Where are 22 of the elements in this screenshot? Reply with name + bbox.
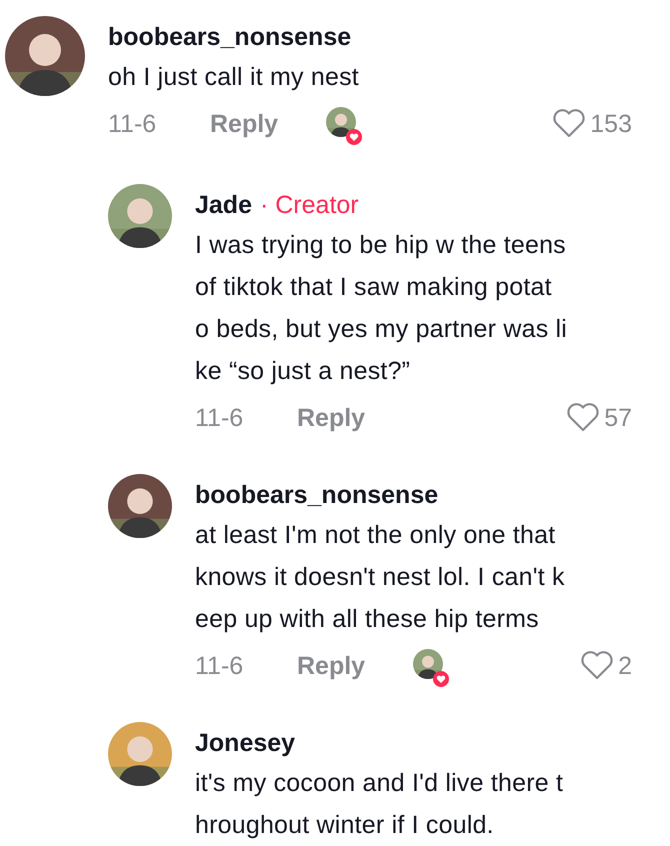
comment-text: at least I'm not the only one that knows it doesn't nest lol. I can't k eep up with all these hip terms bbox=[195, 520, 566, 635]
heart-badge-icon bbox=[433, 671, 450, 687]
comment-text: oh I just call it my nest bbox=[108, 62, 360, 93]
comment-date: 11-6 bbox=[195, 652, 244, 680]
like-icon[interactable] bbox=[580, 651, 614, 681]
username[interactable]: boobears_nonsense bbox=[108, 18, 352, 56]
like-icon[interactable] bbox=[566, 403, 600, 433]
like-icon[interactable] bbox=[552, 109, 586, 139]
username[interactable]: boobears_nonsense bbox=[195, 476, 438, 514]
like-count: 57 bbox=[604, 404, 632, 432]
username[interactable]: Jonesey bbox=[195, 724, 296, 762]
comment-date: 11-6 bbox=[195, 404, 244, 432]
creator-avatar-icon[interactable] bbox=[413, 649, 444, 679]
creator-label: · Creator bbox=[260, 190, 359, 221]
username[interactable]: Jade bbox=[195, 186, 252, 224]
comment-date: 11-6 bbox=[108, 110, 158, 138]
comment-text: it's my cocoon and I'd live there t hroughout winter if I could. bbox=[195, 768, 564, 841]
like-count: 153 bbox=[590, 110, 632, 138]
creator-avatar-icon[interactable] bbox=[326, 107, 356, 137]
like-count: 2 bbox=[618, 652, 632, 680]
comment-text: I was trying to be hip w the teens of tiktok that I saw making potat o beds, but yes my partner was li ke “so just a nest?” bbox=[195, 230, 568, 387]
heart-badge-icon bbox=[346, 129, 362, 145]
